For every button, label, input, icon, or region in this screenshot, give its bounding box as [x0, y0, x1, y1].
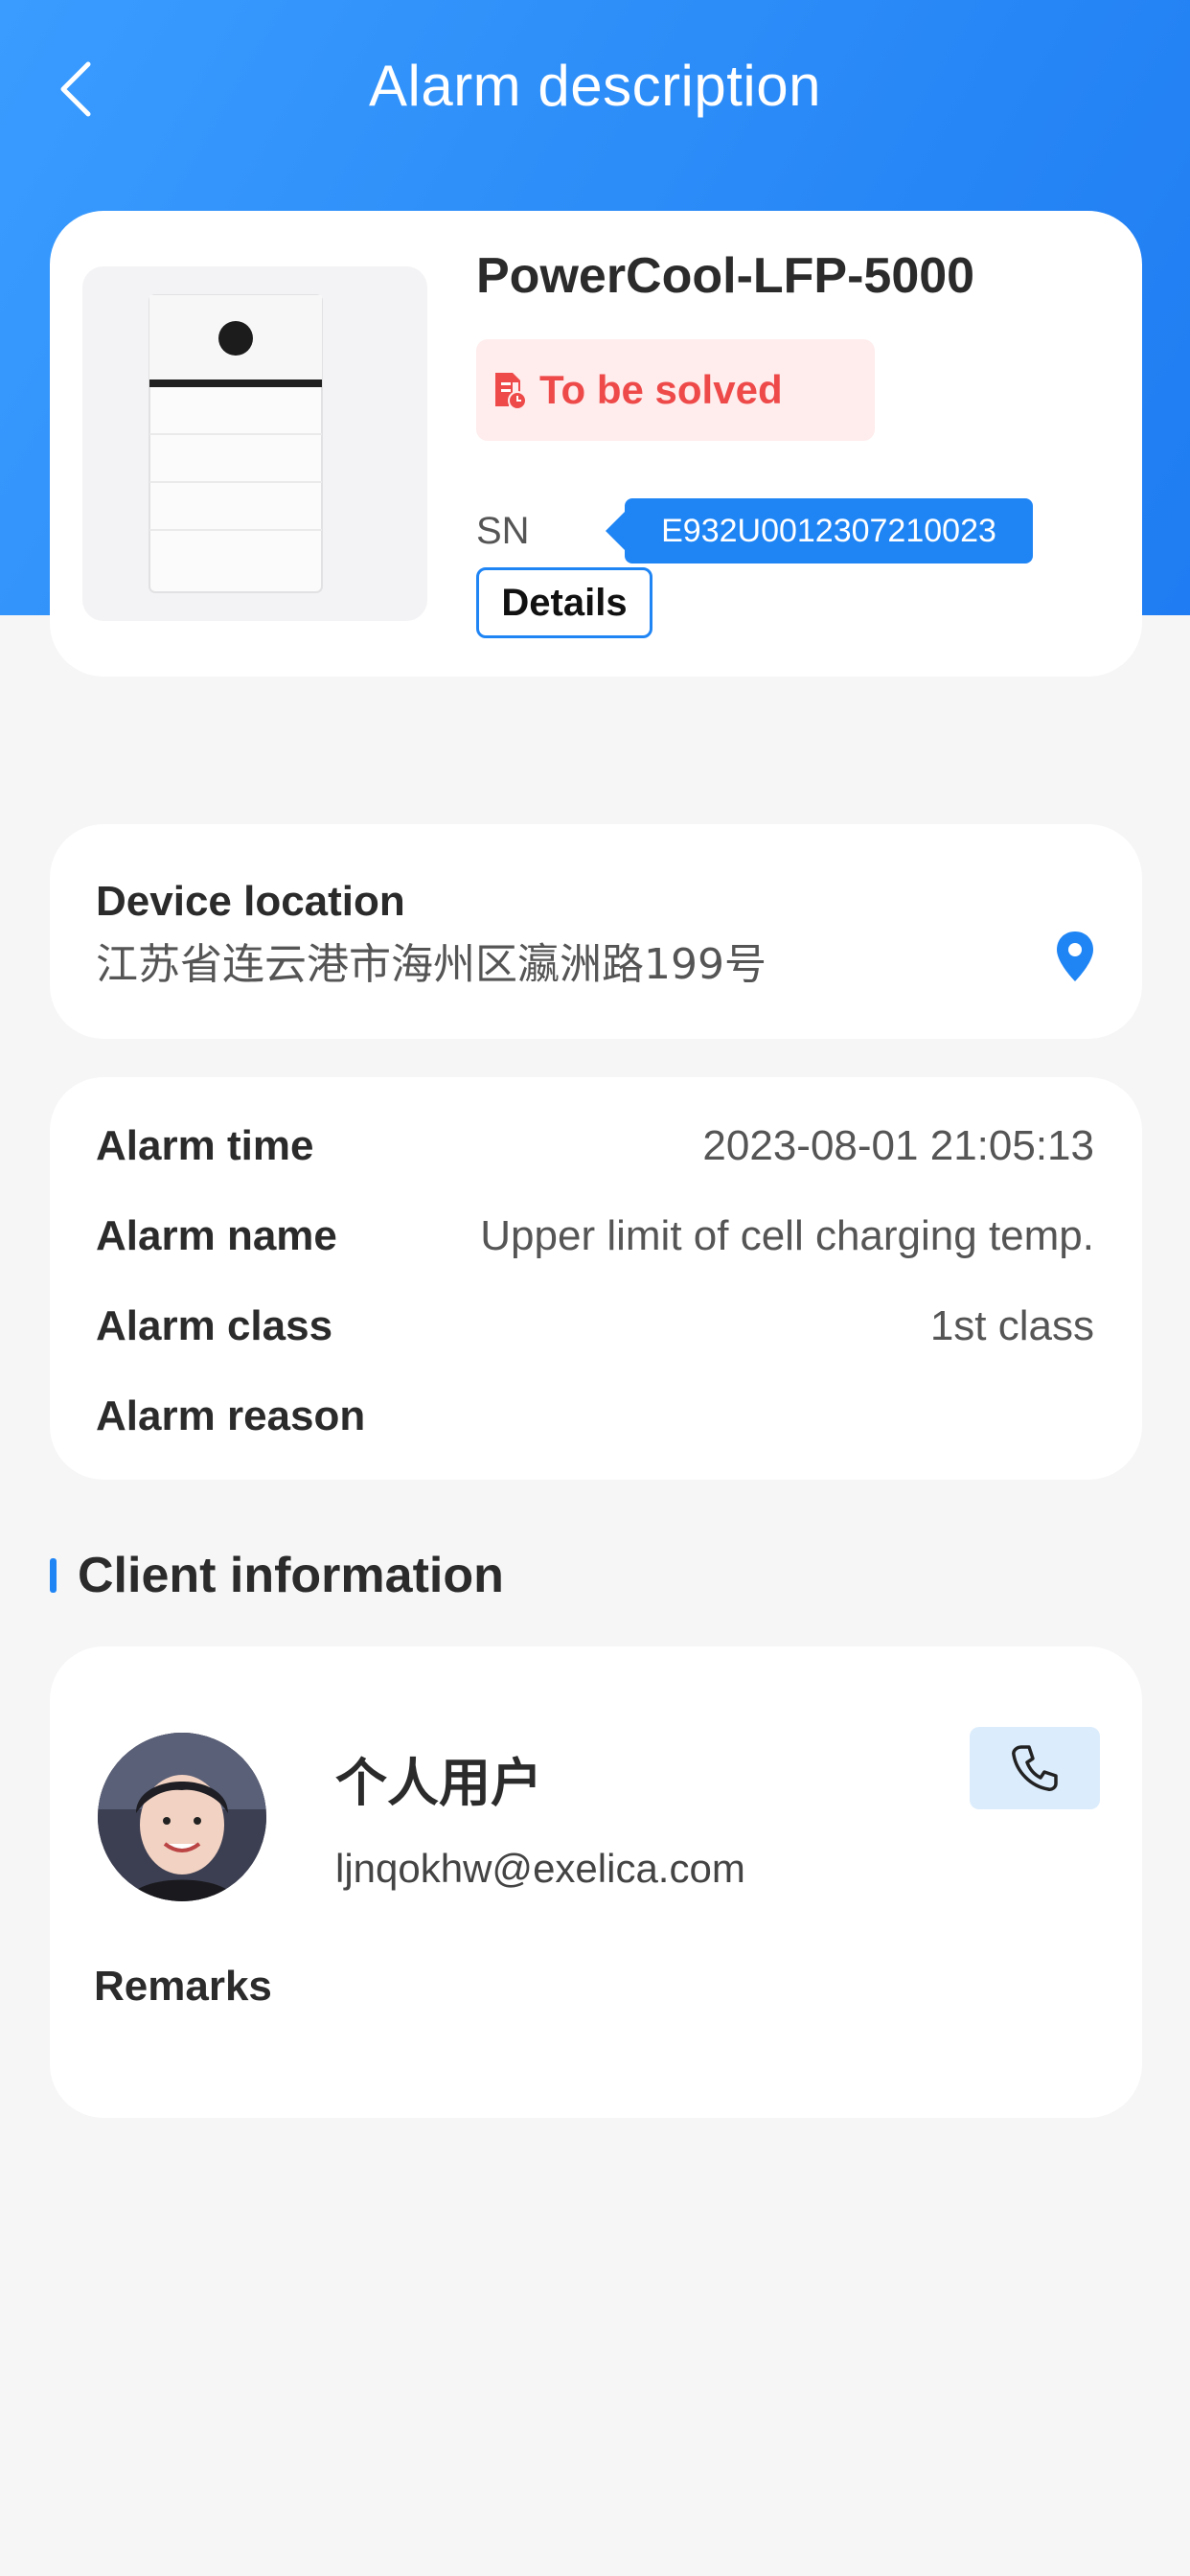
section-accent-bar	[50, 1558, 57, 1593]
alarm-time-label: Alarm time	[96, 1122, 314, 1169]
alarm-time-row: Alarm time 2023-08-01 21:05:13	[96, 1117, 1094, 1175]
document-alert-icon	[490, 369, 528, 411]
details-button[interactable]: Details	[476, 567, 652, 638]
client-name: 个人用户	[335, 1753, 542, 1813]
alarm-time-value: 2023-08-01 21:05:13	[702, 1122, 1094, 1169]
call-button[interactable]	[970, 1727, 1100, 1809]
location-pin-icon[interactable]	[1054, 930, 1096, 988]
remarks-label: Remarks	[94, 1963, 272, 2010]
section-title: Client information	[78, 1548, 504, 1603]
alarm-name-row: Alarm name Upper limit of cell charging …	[96, 1208, 1094, 1265]
device-location-label: Device location	[96, 878, 405, 925]
page-title: Alarm description	[368, 54, 821, 118]
alarm-class-row: Alarm class 1st class	[96, 1298, 1094, 1355]
sn-label: SN	[476, 510, 530, 552]
client-email: ljnqokhw@exelica.com	[335, 1846, 745, 1891]
client-information-heading: Client information	[50, 1547, 504, 1604]
alarm-name-value: Upper limit of cell charging temp.	[480, 1212, 1094, 1259]
alarm-reason-label: Alarm reason	[96, 1392, 366, 1439]
status-badge: To be solved	[476, 339, 875, 441]
alarm-name-label: Alarm name	[96, 1212, 337, 1259]
device-location-value: 江苏省连云港市海州区瀛洲路199号	[96, 940, 767, 989]
alarm-class-label: Alarm class	[96, 1302, 333, 1349]
device-card: PowerCool-LFP-5000 To be solved SN E932U…	[50, 211, 1142, 677]
device-image	[82, 266, 427, 621]
status-text: To be solved	[539, 367, 783, 412]
device-location-card: Device location 江苏省连云港市海州区瀛洲路199号	[50, 824, 1142, 1039]
alarm-reason-row: Alarm reason	[96, 1388, 1094, 1445]
phone-icon	[1012, 1745, 1058, 1791]
sn-value-badge: E932U0012307210023	[606, 498, 1033, 564]
alarm-class-value: 1st class	[929, 1302, 1094, 1349]
alarm-info-card: Alarm time 2023-08-01 21:05:13 Alarm nam…	[50, 1077, 1142, 1480]
avatar	[98, 1733, 266, 1901]
device-name: PowerCool-LFP-5000	[476, 248, 975, 304]
client-card: 个人用户 ljnqokhw@exelica.com Remarks	[50, 1646, 1142, 2118]
